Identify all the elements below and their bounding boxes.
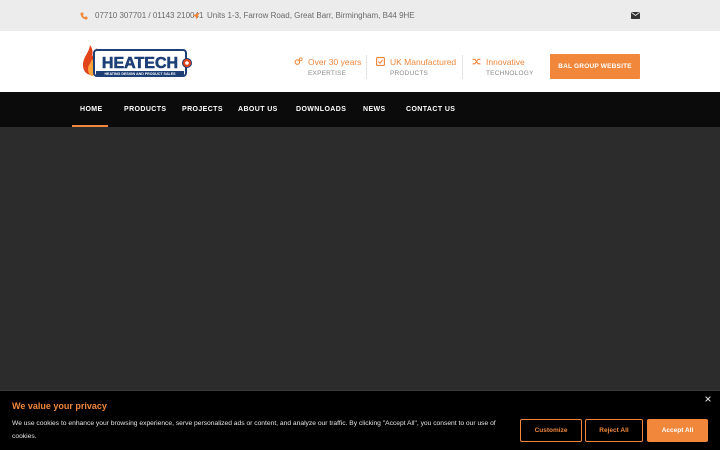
hero-area: [0, 127, 720, 390]
customize-button[interactable]: Customize: [520, 419, 582, 442]
gears-icon: [294, 57, 303, 68]
feature-divider: [366, 55, 367, 79]
feature-subtitle: TECHNOLOGY: [486, 70, 534, 77]
envelope-icon[interactable]: [631, 0, 640, 31]
site-logo[interactable]: HEATECH HEATING DESIGN AND PRODUCT SALES: [80, 43, 192, 81]
feature-subtitle: PRODUCTS: [390, 70, 429, 77]
shuffle-icon: [472, 57, 481, 68]
nav-news[interactable]: NEWS: [363, 92, 386, 127]
accept-all-button[interactable]: Accept All: [647, 419, 708, 442]
logo-wordmark: HEATECH: [102, 55, 178, 72]
feature-subtitle: EXPERTISE: [308, 70, 347, 77]
contact-address[interactable]: Units 1-3, Farrow Road, Great Barr, Birm…: [192, 0, 415, 31]
nav-projects[interactable]: PROJECTS: [182, 92, 223, 127]
phone-text: 07710 307701 / 01143 210041: [95, 11, 204, 20]
feature-divider: [462, 55, 463, 79]
contact-phone[interactable]: 07710 307701 / 01143 210041: [80, 0, 203, 31]
logo-tagline: HEATING DESIGN AND PRODUCT SALES: [104, 72, 176, 76]
nav-home[interactable]: HOME: [80, 92, 103, 127]
main-nav: HOME PRODUCTS PROJECTS ABOUT US DOWNLOAD…: [0, 92, 720, 127]
reject-all-button[interactable]: Reject All: [585, 419, 643, 442]
bal-group-website-button[interactable]: BAL GROUP WEBSITE: [550, 54, 640, 79]
close-icon[interactable]: [705, 395, 711, 404]
cookie-banner: We value your privacy We use cookies to …: [0, 390, 720, 450]
top-bar: 07710 307701 / 01143 210041 Units 1-3, F…: [0, 0, 720, 31]
cookie-text: We use cookies to enhance your browsing …: [12, 420, 496, 440]
feature-title: Innovative: [486, 57, 525, 67]
feature-title: UK Manufactured: [390, 57, 457, 67]
check-square-icon: [376, 57, 385, 68]
address-text: Units 1-3, Farrow Road, Great Barr, Birm…: [207, 11, 415, 20]
nav-downloads[interactable]: DOWNLOADS: [296, 92, 346, 127]
nav-contact-us[interactable]: CONTACT US: [406, 92, 455, 127]
cookie-title: We value your privacy: [12, 401, 107, 411]
site-header: HEATECH HEATING DESIGN AND PRODUCT SALES…: [0, 31, 720, 92]
phone-icon: [80, 12, 88, 20]
nav-products[interactable]: PRODUCTS: [124, 92, 166, 127]
location-arrow-icon: [192, 12, 200, 20]
feature-title: Over 30 years: [308, 57, 362, 67]
nav-about-us[interactable]: ABOUT US: [238, 92, 278, 127]
